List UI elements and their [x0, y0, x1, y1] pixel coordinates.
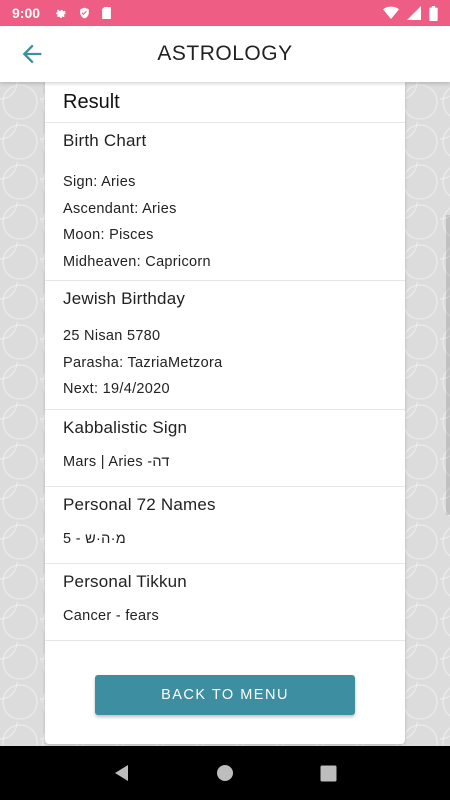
birth-chart-title: Birth Chart	[63, 131, 147, 150]
card-title: Result	[45, 82, 405, 123]
personal-tikkun-section: Personal Tikkun Cancer - fears	[45, 564, 405, 641]
personal-72-names-value: מ·ה·ש - 5	[63, 531, 127, 547]
settings-icon	[54, 6, 68, 20]
jewish-birthday-section: Jewish Birthday 25 Nisan 5780 Parasha: T…	[45, 281, 405, 410]
page-title: ASTROLOGY	[157, 42, 293, 65]
signal-icon	[407, 6, 421, 20]
birth-chart-section: Birth Chart Sign: Aries Ascendant: Aries…	[45, 123, 405, 281]
scrollbar[interactable]	[446, 215, 450, 515]
personal-72-names-title: Personal 72 Names	[63, 495, 216, 514]
personal-tikkun-value: Cancer - fears	[63, 608, 160, 624]
birth-chart-sign: Sign: Aries	[63, 174, 136, 190]
back-triangle-icon[interactable]	[102, 753, 142, 793]
content-area: Result Birth Chart Sign: Aries Ascendant…	[0, 82, 450, 746]
home-circle-icon[interactable]	[205, 753, 245, 793]
status-bar: 9:00	[0, 0, 450, 26]
app-bar: ASTROLOGY	[0, 26, 450, 82]
personal-72-names-section: Personal 72 Names מ·ה·ש - 5	[45, 487, 405, 564]
jewish-birthday-title: Jewish Birthday	[63, 289, 186, 308]
back-to-menu-button[interactable]: BACK TO MENU	[95, 675, 355, 715]
navigation-bar	[0, 746, 450, 800]
result-card: Result Birth Chart Sign: Aries Ascendant…	[45, 82, 405, 744]
recents-square-icon[interactable]	[308, 753, 348, 793]
kabbalistic-sign-value: Mars | Aries -דה	[63, 454, 170, 470]
kabbalistic-sign-section: Kabbalistic Sign Mars | Aries -דה	[45, 410, 405, 487]
birth-chart-moon: Moon: Pisces	[63, 227, 154, 243]
arrow-back-icon[interactable]	[18, 40, 46, 68]
jewish-birthday-next: Next: 19/4/2020	[63, 381, 170, 397]
sd-card-icon	[101, 6, 112, 20]
personal-tikkun-title: Personal Tikkun	[63, 572, 187, 591]
status-left: 9:00	[12, 5, 112, 21]
button-container: BACK TO MENU	[45, 675, 405, 715]
status-right	[383, 5, 438, 21]
birth-chart-ascendant: Ascendant: Aries	[63, 200, 177, 217]
shield-icon	[78, 6, 91, 20]
wifi-icon	[383, 6, 399, 20]
battery-icon	[429, 5, 438, 21]
jewish-birthday-parasha: Parasha: TazriaMetzora	[63, 354, 223, 371]
status-time: 9:00	[12, 5, 41, 21]
kabbalistic-sign-title: Kabbalistic Sign	[63, 418, 188, 437]
birth-chart-midheaven: Midheaven: Capricorn	[63, 253, 211, 270]
jewish-birthday-date: 25 Nisan 5780	[63, 328, 161, 344]
